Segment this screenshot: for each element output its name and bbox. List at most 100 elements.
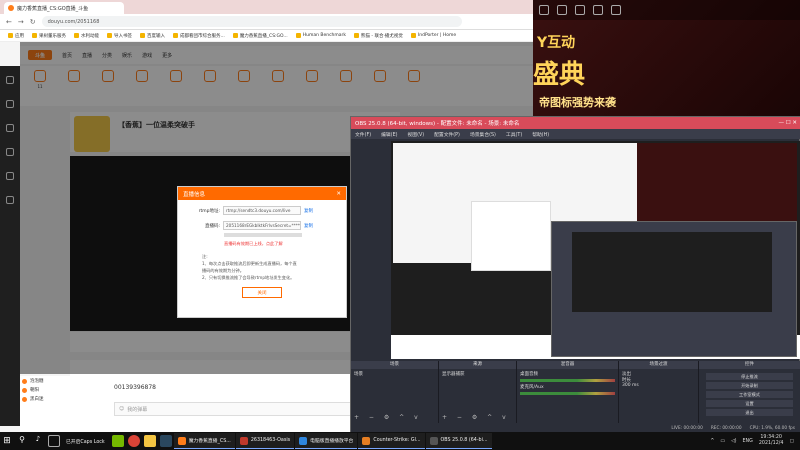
code-warning[interactable]: 直播码有效期已上线，点此了解 [224, 241, 346, 247]
bookmark-item[interactable]: 应用 [8, 33, 24, 39]
url-field[interactable]: douyu.com/2051168 [41, 16, 462, 27]
bookmark-item[interactable]: IndPorter | Home [410, 33, 456, 38]
taskbar-app[interactable]: OBS 25.0.8 (64-bi... [425, 433, 492, 449]
nvidia-icon[interactable] [111, 435, 124, 447]
emoji-icon[interactable]: ☺ [119, 406, 124, 412]
mic-icon[interactable]: ♪ [32, 435, 44, 447]
bookmark-item[interactable]: Human Benchmark [295, 33, 346, 38]
dock-title: 控件 [699, 361, 800, 369]
dock-item[interactable]: 300 ms [622, 383, 695, 388]
control-button[interactable]: 开始录制 [706, 382, 793, 389]
download-icon[interactable] [593, 5, 603, 15]
bookmark-label: 导入书签 [114, 33, 132, 39]
bookmark-item[interactable]: 果树董乐服务 [32, 33, 66, 39]
chat-input[interactable]: ☺ 我的弹幕 [114, 402, 364, 416]
user-icon[interactable] [611, 5, 621, 15]
control-button[interactable]: 退出 [706, 409, 793, 416]
code-row: 直播码: 2051168rEGkblktkFrlvsSecret=*******… [190, 221, 340, 230]
lang-indicator[interactable]: ENG [743, 439, 753, 444]
notification-icon[interactable]: ▢ [789, 439, 794, 444]
code-field[interactable]: 2051168rEGkblktkFrlvsSecret=********** [223, 221, 301, 230]
audio-meter[interactable] [520, 379, 615, 382]
bookmark-item[interactable]: 熊猫 - 联合·播尤视觉 [354, 33, 403, 39]
dock-body: 场景 [351, 369, 438, 379]
obs-dock: 控件停止推流开始录制工作室模式设置退出 [699, 361, 800, 423]
audio-meter[interactable] [520, 392, 615, 395]
dock-toolbar[interactable]: + − ⚙ ^ v [442, 414, 510, 421]
bookmark-item[interactable]: 导入书签 [107, 33, 132, 39]
taskbar-app[interactable]: 电脑版直播播放平台 [295, 433, 358, 449]
obs-menu-item[interactable]: 视图(V) [407, 131, 424, 138]
fan-row[interactable]: 黑白迷 [22, 396, 108, 402]
obs-menu-item[interactable]: 编辑(E) [381, 131, 397, 138]
control-button[interactable]: 设置 [706, 400, 793, 407]
code-scrollbar[interactable] [224, 233, 302, 237]
status-item: CPU: 1.9%, 60.00 fps [749, 425, 795, 431]
code-copy-button[interactable]: 复制 [304, 223, 313, 229]
rtmp-field[interactable]: rtmp://sendtc3.douyu.com/live [223, 206, 301, 215]
taskbar-app[interactable]: 魔力香蕉直播_CS... [173, 433, 235, 449]
tray-up-icon[interactable]: ^ [710, 439, 714, 444]
dock-item[interactable]: 场景 [354, 371, 435, 377]
obs-menu-item[interactable]: 文件(F) [355, 131, 371, 138]
app-label: Counter-Strike: Gl... [373, 438, 421, 443]
reload-icon[interactable]: ↻ [30, 18, 36, 26]
dock-item[interactable]: 麦克风/Aux [520, 384, 615, 390]
rail-follow-icon[interactable] [6, 100, 14, 108]
network-icon[interactable]: ▭ [720, 439, 725, 444]
app-label: 26318463-Oasis [250, 438, 291, 443]
obs-menu-item[interactable]: 场景集合(S) [470, 131, 496, 138]
home-icon[interactable] [539, 5, 549, 15]
rail-home-icon[interactable] [6, 76, 14, 84]
clock[interactable]: 19:34:20 2021/12/4 [759, 435, 784, 447]
taskbar-app[interactable]: 26318463-Oasis [235, 433, 295, 449]
bookmark-item[interactable]: 魔力香蕉直播_CS:GO... [232, 33, 288, 39]
fan-row[interactable]: 朝阳 [22, 387, 108, 393]
bookmark-item[interactable]: 成都看团市综合服务... [173, 33, 225, 39]
control-button[interactable]: 停止推流 [706, 373, 793, 380]
rail-more-icon[interactable] [6, 196, 14, 204]
history-icon[interactable] [575, 5, 585, 15]
close-button[interactable]: 关闭 [242, 287, 282, 298]
bookmarks-bar: 应用 果树董乐服务 水利动能 导入书签 百度输入 成都看团市综合服务... 魔力香蕉直播_C… [0, 30, 533, 42]
browser-tab[interactable]: 魔力香蕉直播_CS:GO直播_斗鱼 [4, 2, 124, 14]
bookmark-icon [32, 33, 37, 38]
rail-video-icon[interactable] [6, 148, 14, 156]
obs-menu-item[interactable]: 帮助(H) [532, 131, 549, 138]
windows-start-icon[interactable]: ⊞ [0, 436, 14, 446]
explorer-icon[interactable] [143, 435, 156, 447]
modal-close-icon[interactable]: ✕ [336, 191, 341, 197]
rail-category-icon[interactable] [6, 124, 14, 132]
banner-toolbar [533, 0, 800, 20]
taskbar-search[interactable]: 已开启Caps Lock [62, 433, 109, 449]
back-icon[interactable]: ← [6, 18, 12, 26]
obs-dock: 场景过渡 淡出 时长 300 ms [619, 361, 699, 423]
forward-icon[interactable]: → [18, 18, 24, 26]
task-view-icon[interactable] [48, 435, 60, 447]
control-button[interactable]: 工作室模式 [706, 391, 793, 398]
obs-dock: 混音器 桌面音频 麦克风/Aux [517, 361, 619, 423]
obs-preview[interactable] [391, 141, 800, 359]
obs-menu-item[interactable]: 配置文件(P) [434, 131, 460, 138]
taskbar-app[interactable]: Counter-Strike: Gl... [358, 433, 425, 449]
dock-toolbar[interactable]: + − ⚙ ^ v [354, 414, 422, 421]
bookmark-item[interactable]: 百度输入 [140, 33, 165, 39]
app-icon [362, 436, 371, 445]
search-icon[interactable]: ⚲ [16, 435, 28, 447]
chrome-icon[interactable] [127, 435, 140, 447]
bookmark-label: Human Benchmark [302, 33, 346, 38]
preview-nested-obs [551, 221, 797, 357]
fan-name: 黑白迷 [30, 397, 44, 402]
dock-item[interactable]: 桌面音频 [520, 371, 615, 377]
window-controls[interactable]: — ☐ ✕ [778, 120, 797, 126]
obs-menu-item[interactable]: 工具(T) [506, 131, 522, 138]
rtmp-copy-button[interactable]: 复制 [304, 208, 313, 214]
dock-item[interactable]: 显示器捕获 [442, 371, 513, 377]
preview-modal [471, 201, 551, 271]
rail-game-icon[interactable] [6, 172, 14, 180]
volume-icon[interactable]: ◁) [731, 439, 737, 444]
steam-icon[interactable] [159, 435, 172, 447]
bookmark-item[interactable]: 水利动能 [74, 33, 99, 39]
game-icon[interactable] [557, 5, 567, 15]
fan-row[interactable]: 泡泡糖 [22, 378, 108, 384]
